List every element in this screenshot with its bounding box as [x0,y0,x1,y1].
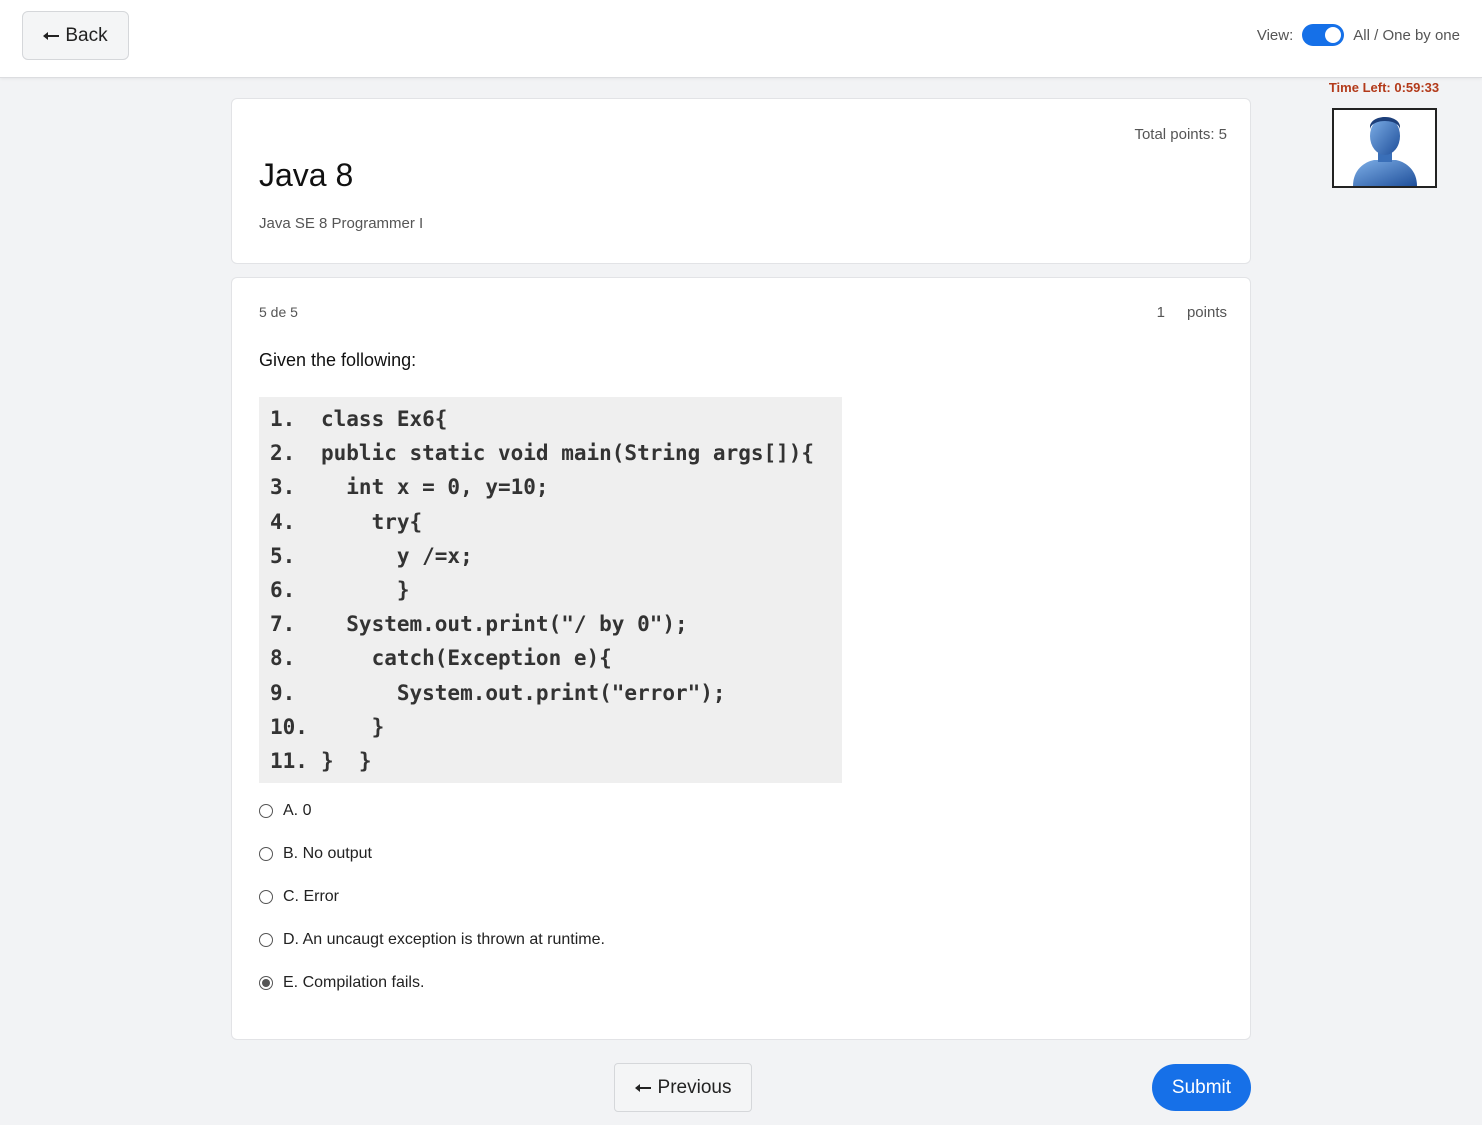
code-line-text: System.out.print("error"); [321,680,726,705]
answer-option[interactable]: C. Error [259,875,605,918]
answer-option-label: B. No output [283,844,372,862]
code-line: 9. System.out.print("error"); [270,676,842,710]
answer-option[interactable]: B. No output [259,832,605,875]
code-line: 1. class Ex6{ [270,402,842,436]
question-card: 5 de 5 1 points Given the following: 1. c… [231,277,1251,1040]
code-line: 3. int x = 0, y=10; [270,470,842,504]
radio-button[interactable] [259,975,273,990]
answer-option-label: C. Error [283,887,339,905]
total-points-value: 5 [1218,126,1227,143]
question-prompt: Given the following: [259,350,417,370]
arrow-left-icon [634,1083,651,1093]
time-left: Time Left: 0:59:33 [1328,80,1440,95]
answer-option[interactable]: D. An uncaugt exception is thrown at run… [259,918,605,961]
arrow-left-icon [43,31,60,41]
code-line-text: System.out.print("/ by 0"); [321,612,688,637]
quiz-title: Java 8 [259,157,354,193]
view-mode-toggle[interactable] [1302,24,1345,46]
view-label: View: [1256,26,1294,44]
code-line-number: 3. [270,475,296,500]
radio-button[interactable] [259,803,273,818]
radio-button[interactable] [259,846,273,861]
code-line-text: class Ex6{ [321,407,448,431]
code-line-text: catch(Exception e){ [321,646,612,671]
code-line-number: 8. [270,646,296,671]
code-line-text: } } [321,748,372,773]
webcam-preview [1332,108,1437,188]
answer-option-label: E. Compilation fails. [283,973,425,991]
previous-button-label: Previous [657,1076,732,1098]
code-line-number: 6. [270,577,296,602]
code-line: 6. } [270,573,842,607]
user-avatar-icon [1352,117,1417,186]
answer-option[interactable]: E. Compilation fails. [259,961,605,1004]
code-line-text: } [321,577,410,602]
code-line-number: 5. [270,543,296,568]
code-line: 11. } } [270,744,842,778]
question-points: 1 points [1157,304,1227,321]
question-points-label: points [1186,304,1227,321]
code-line-text: int x = 0, y=10; [321,475,549,500]
quiz-subtitle: Java SE 8 Programmer I [259,215,424,232]
total-points-label: Total points: [1134,126,1215,143]
code-line-number: 2. [270,441,296,466]
radio-button[interactable] [259,889,273,904]
quiz-header-card: Total points: 5 Java 8 Java SE 8 Program… [231,98,1251,264]
submit-button[interactable]: Submit [1152,1064,1251,1111]
code-line: 10. } [270,710,842,744]
code-line: 5. y /=x; [270,539,842,573]
code-line-number: 11. [270,748,308,773]
radio-button[interactable] [259,932,273,947]
code-line: 4. try{ [270,505,842,539]
code-line-number: 9. [270,680,296,705]
answer-options: A. 0 B. No output C. Error D. An uncaugt ex… [259,796,605,1011]
code-line-number: 4. [270,509,296,534]
answer-option-label: D. An uncaugt exception is thrown at run… [283,930,605,948]
back-button-label: Back [65,24,108,46]
previous-button[interactable]: Previous [614,1063,752,1112]
question-counter: 5 de 5 [259,304,298,320]
answer-option[interactable]: A. 0 [259,789,605,832]
code-line-number: 10. [270,714,308,739]
code-image: 1. class Ex6{ 2. public static void main(St… [259,397,842,783]
code-line-text: y /=x; [321,543,473,568]
answer-option-label: A. 0 [283,801,312,819]
code-line-text: } [321,714,385,739]
top-bar: Back View: All / One by one [0,0,1482,78]
code-line: 8. catch(Exception e){ [270,641,842,675]
toggle-knob [1325,27,1342,43]
question-points-value: 1 [1156,304,1165,321]
code-line-number: 7. [270,612,296,637]
code-line: 7. System.out.print("/ by 0"); [270,607,842,641]
code-line-number: 1. [270,407,296,431]
view-control: View: All / One by one [1257,22,1460,48]
code-line: 2. public static void main(String args[])… [270,436,842,470]
back-button[interactable]: Back [22,11,129,60]
total-points: Total points: 5 [1134,126,1227,143]
view-mode-label: All / One by one [1353,26,1460,44]
code-line-text: try{ [321,509,423,534]
code-line-text: public static void main(String args[]){ [321,441,815,466]
